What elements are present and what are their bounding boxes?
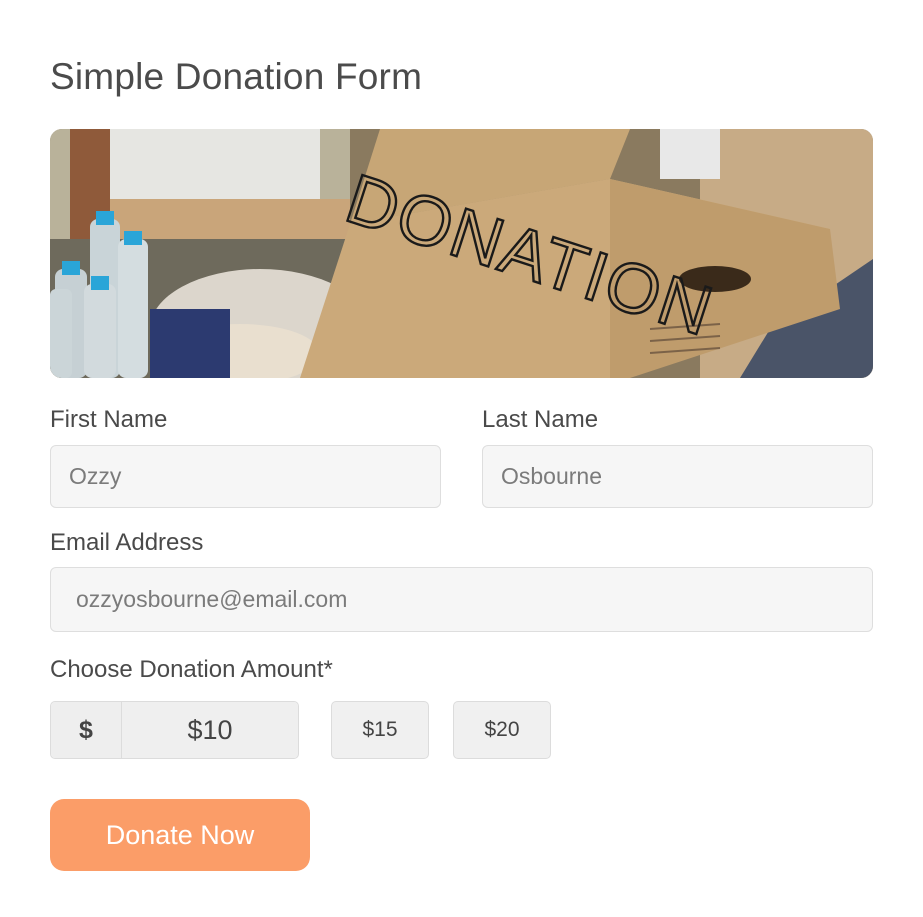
email-input[interactable] [50, 567, 873, 632]
last-name-input[interactable] [482, 445, 873, 508]
custom-amount-value[interactable]: $10 [122, 702, 298, 758]
donation-hero-image: DONATION [50, 129, 873, 378]
amount-option-20-button[interactable]: $20 [453, 701, 551, 759]
amount-option-15-button[interactable]: $15 [331, 701, 429, 759]
page-title: Simple Donation Form [50, 56, 423, 97]
custom-amount-field[interactable]: $ $10 [50, 701, 299, 759]
last-name-label: Last Name [482, 406, 599, 433]
donation-amount-label: Choose Donation Amount* [50, 656, 333, 683]
donate-now-button[interactable]: Donate Now [50, 799, 310, 871]
currency-prefix: $ [51, 702, 122, 758]
first-name-label: First Name [50, 406, 168, 433]
email-label: Email Address [50, 529, 204, 556]
first-name-input[interactable] [50, 445, 441, 508]
